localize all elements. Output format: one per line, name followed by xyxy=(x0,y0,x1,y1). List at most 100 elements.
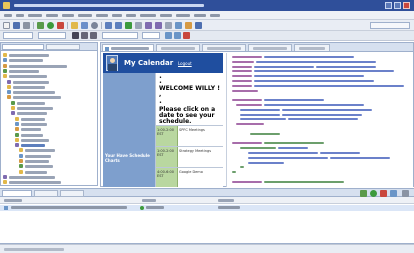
source-code-pane[interactable] xyxy=(226,53,413,187)
new-project-icon[interactable] xyxy=(71,22,78,29)
italic-icon[interactable] xyxy=(81,32,88,39)
tree-item[interactable] xyxy=(3,53,93,58)
minimize-view-icon[interactable] xyxy=(402,190,409,197)
forward-icon[interactable] xyxy=(115,22,122,29)
start-server-icon[interactable] xyxy=(370,190,377,197)
underline-icon[interactable] xyxy=(90,32,97,39)
tree-item[interactable] xyxy=(19,148,109,153)
menu-item[interactable] xyxy=(112,14,122,17)
run-icon[interactable] xyxy=(47,22,54,29)
meeting-row[interactable]: 1:00-2:00 EST Strategy Meetings xyxy=(156,146,223,167)
editor-tab[interactable] xyxy=(202,44,246,51)
tree-item[interactable] xyxy=(3,58,93,63)
server-row[interactable] xyxy=(0,205,414,211)
menu-item[interactable] xyxy=(160,14,172,17)
menu-item[interactable] xyxy=(4,14,12,17)
tree-item[interactable] xyxy=(15,127,105,132)
bold-icon[interactable] xyxy=(72,32,79,39)
menu-item[interactable] xyxy=(62,14,74,17)
logout-link[interactable]: Logout xyxy=(178,61,192,66)
list-icon[interactable] xyxy=(165,32,172,39)
navigator-tab[interactable] xyxy=(46,44,80,50)
close-icon[interactable] xyxy=(403,2,410,9)
menu-item[interactable] xyxy=(28,14,42,17)
open-type-icon[interactable] xyxy=(81,22,88,29)
tree-item[interactable] xyxy=(3,68,93,74)
maximize-icon[interactable] xyxy=(394,2,401,9)
view-tab[interactable] xyxy=(34,190,58,197)
tree-item[interactable] xyxy=(7,79,97,85)
minimize-icon[interactable] xyxy=(385,2,392,9)
tree-item[interactable] xyxy=(11,106,101,111)
stop-server-icon[interactable] xyxy=(380,190,387,197)
style-selector[interactable] xyxy=(38,32,66,39)
explorer-tab[interactable] xyxy=(2,44,44,50)
column-status[interactable] xyxy=(218,199,234,202)
menu-item[interactable] xyxy=(16,14,24,17)
format-icon[interactable] xyxy=(135,22,142,29)
table-icon[interactable] xyxy=(175,22,182,29)
tree-item[interactable] xyxy=(3,74,93,79)
view-tab[interactable] xyxy=(60,190,84,197)
italic-icon[interactable] xyxy=(155,22,162,29)
menu-item[interactable] xyxy=(176,14,190,17)
menu-item[interactable] xyxy=(46,14,58,17)
editor-tab-title xyxy=(299,47,325,50)
image-icon[interactable] xyxy=(185,22,192,29)
tree-item[interactable] xyxy=(7,95,97,100)
tree-item[interactable] xyxy=(19,169,109,175)
menu-item[interactable] xyxy=(194,14,206,17)
debug-icon[interactable] xyxy=(37,22,44,29)
refresh-icon[interactable] xyxy=(125,22,132,29)
indent-icon[interactable] xyxy=(174,32,181,39)
tree-item[interactable] xyxy=(3,63,93,69)
editor-tab[interactable] xyxy=(248,44,292,51)
back-icon[interactable] xyxy=(105,22,112,29)
column-state[interactable] xyxy=(142,199,156,202)
tree-item[interactable] xyxy=(15,132,105,138)
tree-item[interactable] xyxy=(11,100,101,106)
element-selector[interactable] xyxy=(3,32,33,39)
link-icon[interactable] xyxy=(195,22,202,29)
tree-item[interactable] xyxy=(15,116,105,122)
tree-item[interactable] xyxy=(19,159,109,164)
meeting-row[interactable]: 1:00-2:00 EST SPFC Meetings xyxy=(156,125,223,146)
tree-item[interactable] xyxy=(11,111,101,116)
page-design-preview[interactable]: My Calendar Logout Your Have Schedule Ch… xyxy=(103,53,223,187)
code-token xyxy=(282,113,362,116)
save-icon[interactable] xyxy=(13,22,20,29)
server-start-icon[interactable] xyxy=(57,22,64,29)
publish-icon[interactable] xyxy=(390,190,397,197)
tree-item[interactable] xyxy=(19,153,109,159)
column-server[interactable] xyxy=(4,199,22,202)
tree-item[interactable] xyxy=(3,180,93,185)
tree-item[interactable] xyxy=(15,143,105,148)
menu-item[interactable] xyxy=(140,14,156,17)
search-icon[interactable] xyxy=(91,22,98,29)
menu-item[interactable] xyxy=(96,14,108,17)
align-icon[interactable] xyxy=(165,22,172,29)
tree-item[interactable] xyxy=(19,164,109,169)
print-icon[interactable] xyxy=(23,22,30,29)
servers-tab[interactable] xyxy=(2,190,32,197)
meeting-row[interactable]: 4:00-6:00 EST Google Demo xyxy=(156,167,223,187)
editor-tab[interactable] xyxy=(294,44,330,51)
tree-item[interactable] xyxy=(3,174,93,180)
menu-item[interactable] xyxy=(78,14,92,17)
perspective-switcher[interactable] xyxy=(370,22,410,29)
menu-item[interactable] xyxy=(210,14,220,17)
size-selector[interactable] xyxy=(142,32,160,39)
new-file-icon[interactable] xyxy=(3,22,10,29)
tree-item[interactable] xyxy=(7,84,97,90)
menu-item[interactable] xyxy=(126,14,136,17)
tree-item[interactable] xyxy=(15,121,105,127)
tree-item[interactable] xyxy=(15,137,105,143)
font-selector[interactable] xyxy=(102,32,138,39)
editor-tab[interactable] xyxy=(156,44,200,51)
bold-icon[interactable] xyxy=(145,22,152,29)
window-controls[interactable] xyxy=(385,2,411,9)
tree-item[interactable] xyxy=(7,90,97,95)
debug-server-icon[interactable] xyxy=(360,190,367,197)
editor-tab[interactable] xyxy=(102,44,154,51)
color-icon[interactable] xyxy=(183,32,190,39)
